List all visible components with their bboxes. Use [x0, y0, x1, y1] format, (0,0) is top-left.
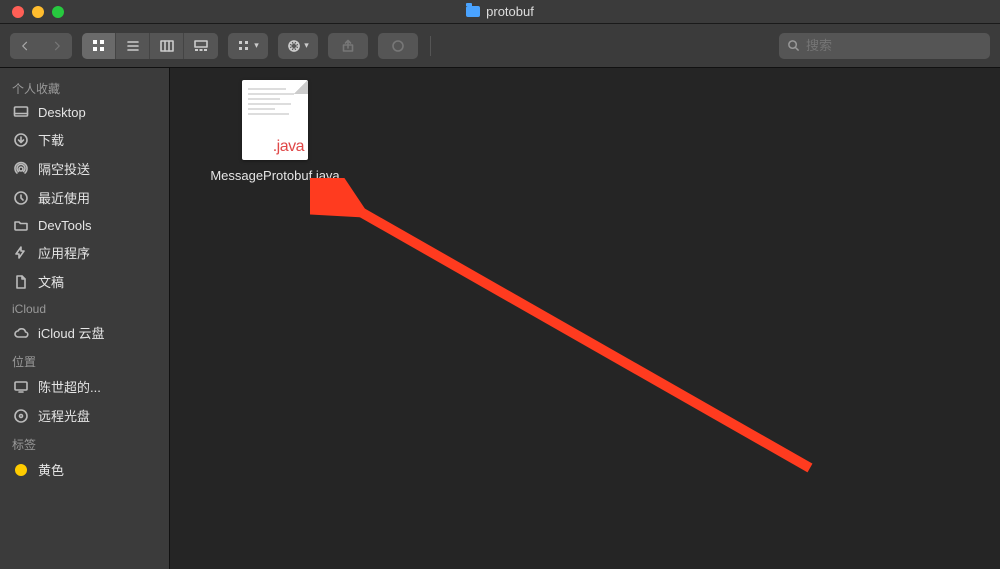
- sidebar-item-tag-yellow[interactable]: 黄色: [0, 455, 169, 484]
- window-controls: [12, 6, 64, 18]
- annotation-arrow: [310, 178, 830, 498]
- sidebar-item-label: 陈世超的...: [38, 377, 101, 396]
- back-button[interactable]: [10, 33, 40, 59]
- disc-icon: [12, 408, 30, 424]
- view-columns-button[interactable]: [150, 33, 184, 59]
- sidebar-item-label: 黄色: [38, 460, 64, 479]
- sidebar-item-label: 最近使用: [38, 188, 90, 207]
- sidebar-section-icloud: iCloud: [0, 296, 169, 318]
- folder-icon: [12, 217, 30, 233]
- zoom-button[interactable]: [52, 6, 64, 18]
- nav-buttons: [10, 33, 72, 59]
- sidebar-item-airdrop[interactable]: 隔空投送: [0, 154, 169, 183]
- finder-window: protobuf ▾ ▾: [0, 0, 1000, 569]
- sidebar-item-label: 下载: [38, 130, 64, 149]
- cloud-icon: [12, 325, 30, 341]
- file-item[interactable]: .java MessageProtobuf.java: [210, 80, 340, 185]
- java-file-icon: .java: [242, 80, 308, 160]
- apps-icon: [12, 245, 30, 261]
- search-field[interactable]: [779, 33, 990, 59]
- sidebar: 个人收藏 Desktop 下载 隔空投送 最近使用 DevTools: [0, 68, 170, 569]
- sidebar-item-label: 应用程序: [38, 243, 90, 262]
- title-text: protobuf: [486, 4, 534, 19]
- desktop-icon: [12, 104, 30, 120]
- sidebar-item-downloads[interactable]: 下载: [0, 125, 169, 154]
- body: 个人收藏 Desktop 下载 隔空投送 最近使用 DevTools: [0, 68, 1000, 569]
- toolbar: ▾ ▾: [0, 24, 1000, 68]
- sidebar-item-label: 隔空投送: [38, 159, 90, 178]
- group-by-button[interactable]: ▾: [228, 33, 268, 59]
- sidebar-section-locations: 位置: [0, 347, 169, 372]
- sidebar-item-label: iCloud 云盘: [38, 323, 104, 342]
- sidebar-item-icloud-drive[interactable]: iCloud 云盘: [0, 318, 169, 347]
- titlebar: protobuf: [0, 0, 1000, 24]
- sidebar-section-tags: 标签: [0, 430, 169, 455]
- search-icon: [787, 39, 800, 52]
- sidebar-item-devtools[interactable]: DevTools: [0, 212, 169, 238]
- sidebar-item-desktop[interactable]: Desktop: [0, 99, 169, 125]
- toolbar-divider: [430, 36, 431, 56]
- view-mode-segment: [82, 33, 218, 59]
- share-button[interactable]: [328, 33, 368, 59]
- view-icons-button[interactable]: [82, 33, 116, 59]
- action-menu-button[interactable]: ▾: [278, 33, 318, 59]
- close-button[interactable]: [12, 6, 24, 18]
- sidebar-item-label: Desktop: [38, 105, 86, 120]
- chevron-down-icon: ▾: [254, 40, 259, 51]
- clock-icon: [12, 190, 30, 206]
- sidebar-item-recents[interactable]: 最近使用: [0, 183, 169, 212]
- sidebar-item-remote-disc[interactable]: 远程光盘: [0, 401, 169, 430]
- sidebar-item-applications[interactable]: 应用程序: [0, 238, 169, 267]
- file-extension-badge: .java: [273, 138, 304, 156]
- sidebar-item-computer[interactable]: 陈世超的...: [0, 372, 169, 401]
- folder-icon: [466, 6, 480, 17]
- computer-icon: [12, 379, 30, 395]
- download-icon: [12, 132, 30, 148]
- tags-button[interactable]: [378, 33, 418, 59]
- view-gallery-button[interactable]: [184, 33, 218, 59]
- sidebar-item-label: DevTools: [38, 218, 91, 233]
- file-name-label: MessageProtobuf.java: [210, 168, 340, 185]
- forward-button[interactable]: [42, 33, 72, 59]
- search-input[interactable]: [806, 38, 982, 53]
- sidebar-item-label: 文稿: [38, 272, 64, 291]
- view-list-button[interactable]: [116, 33, 150, 59]
- document-icon: [12, 274, 30, 290]
- sidebar-item-documents[interactable]: 文稿: [0, 267, 169, 296]
- tag-yellow-icon: [12, 462, 30, 478]
- chevron-down-icon: ▾: [304, 40, 309, 51]
- window-title: protobuf: [466, 4, 534, 19]
- airdrop-icon: [12, 161, 30, 177]
- minimize-button[interactable]: [32, 6, 44, 18]
- sidebar-section-favorites: 个人收藏: [0, 74, 169, 99]
- content-area[interactable]: .java MessageProtobuf.java: [170, 68, 1000, 569]
- sidebar-item-label: 远程光盘: [38, 406, 90, 425]
